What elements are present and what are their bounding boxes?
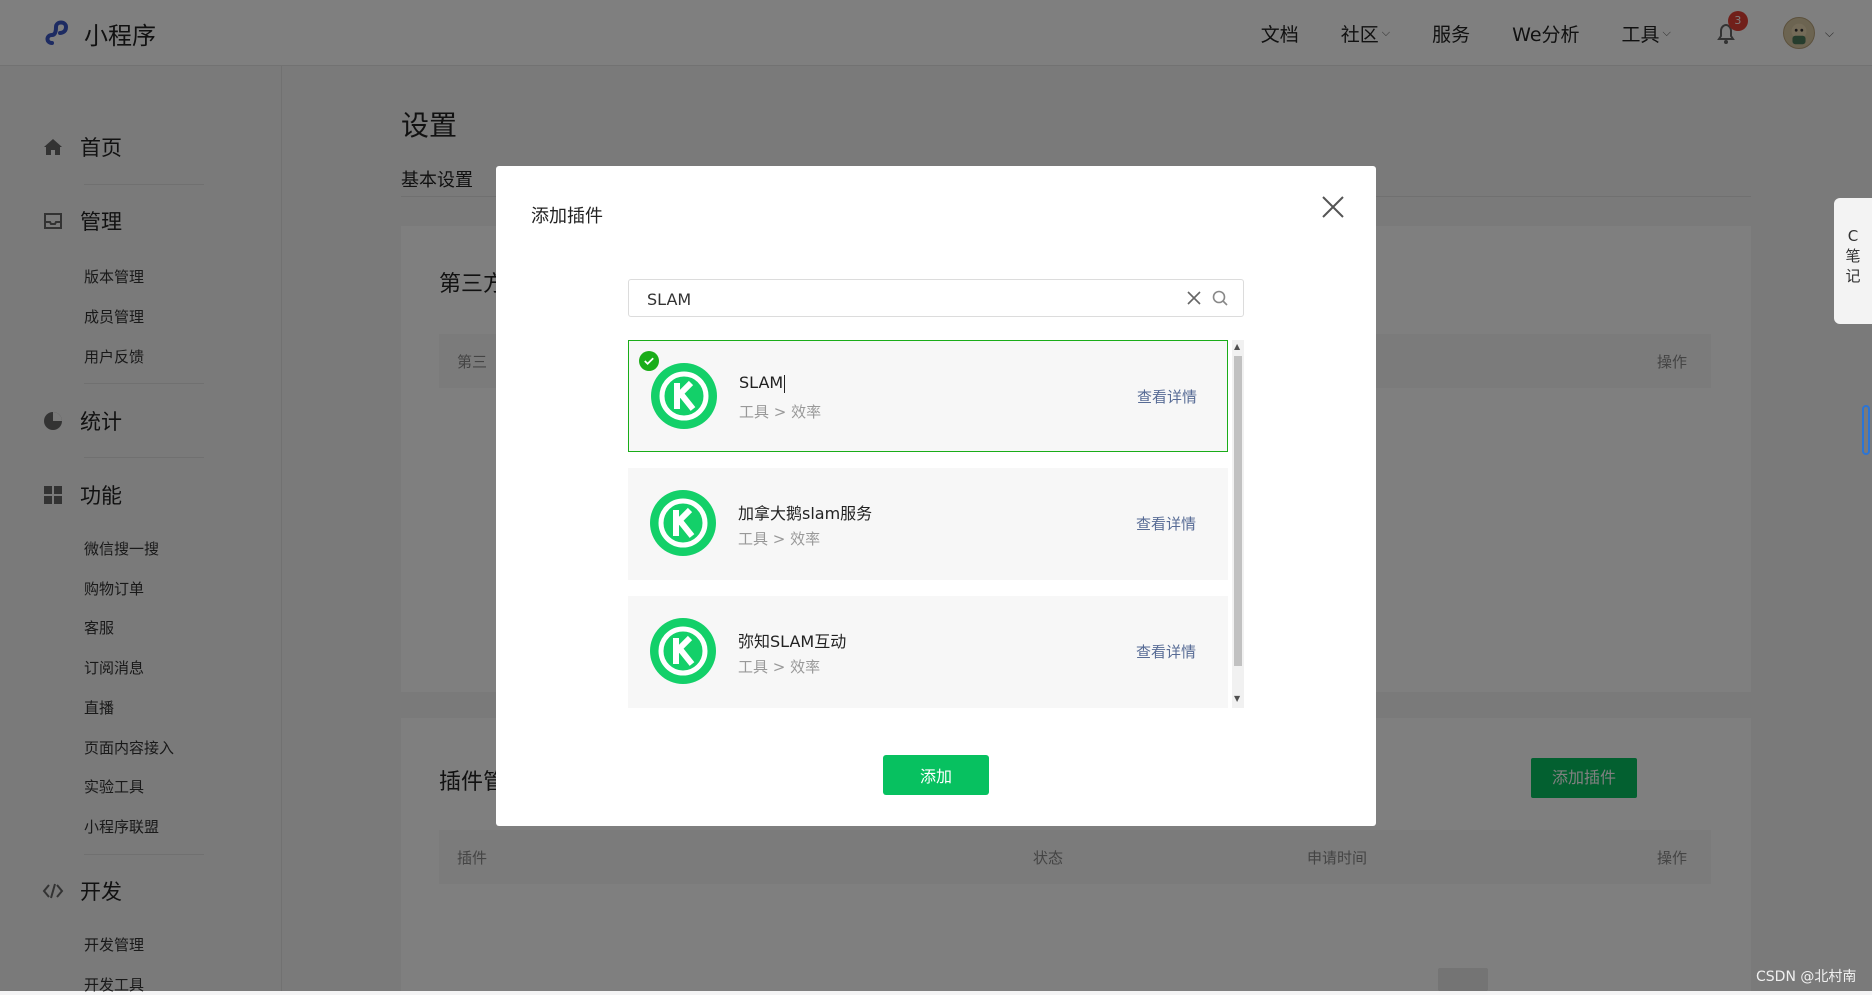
- search-icon[interactable]: [1211, 289, 1229, 307]
- note-widget[interactable]: C 笔 记: [1834, 198, 1872, 324]
- plugin-category: 工具 > 效率: [738, 530, 821, 548]
- plugin-item[interactable]: 加拿大鹅slam服务 工具 > 效率 查看详情: [628, 468, 1228, 580]
- plugin-name: SLAM: [739, 373, 786, 393]
- plugin-category: 工具 > 效率: [739, 403, 822, 421]
- plugin-category: 工具 > 效率: [738, 658, 821, 676]
- scroll-down-arrow-icon[interactable]: ▼: [1234, 694, 1240, 703]
- plugin-name: 加拿大鹅slam服务: [738, 504, 873, 523]
- search-input[interactable]: [645, 280, 1149, 318]
- text-cursor: [784, 374, 786, 393]
- page-scrollbar[interactable]: [1862, 405, 1870, 455]
- plugin-list[interactable]: SLAM 工具 > 效率 查看详情 加拿大鹅slam服务 工具 > 效率 查看详…: [628, 340, 1244, 708]
- add-button[interactable]: 添加: [883, 755, 989, 795]
- list-scrollbar[interactable]: ▲ ▼: [1232, 340, 1244, 708]
- plugin-logo-icon: [651, 363, 717, 429]
- scroll-up-arrow-icon[interactable]: ▲: [1234, 342, 1240, 351]
- widget-char: C: [1847, 227, 1859, 245]
- plugin-item[interactable]: 弥知SLAM互动 工具 > 效率 查看详情: [628, 596, 1228, 708]
- scrollbar-thumb[interactable]: [1234, 356, 1242, 666]
- plugin-logo-icon: [650, 618, 716, 684]
- widget-char: 笔: [1845, 247, 1861, 265]
- plugin-logo-icon: [650, 490, 716, 556]
- plugin-name: 弥知SLAM互动: [738, 632, 847, 651]
- close-icon[interactable]: [1318, 192, 1348, 222]
- view-details-link[interactable]: 查看详情: [1136, 641, 1196, 662]
- view-details-link[interactable]: 查看详情: [1136, 513, 1196, 534]
- dialog-title: 添加插件: [531, 206, 603, 227]
- add-plugin-dialog: 添加插件 SLAM 工具 > 效率 查看详情: [496, 166, 1376, 826]
- plugin-search: [628, 279, 1244, 318]
- clear-icon[interactable]: [1185, 289, 1203, 307]
- watermark: CSDN @北村南: [1756, 969, 1857, 985]
- widget-char: 记: [1845, 267, 1861, 285]
- plugin-name-text: SLAM: [739, 373, 784, 392]
- plugin-item[interactable]: SLAM 工具 > 效率 查看详情: [628, 340, 1228, 452]
- view-details-link[interactable]: 查看详情: [1137, 386, 1197, 407]
